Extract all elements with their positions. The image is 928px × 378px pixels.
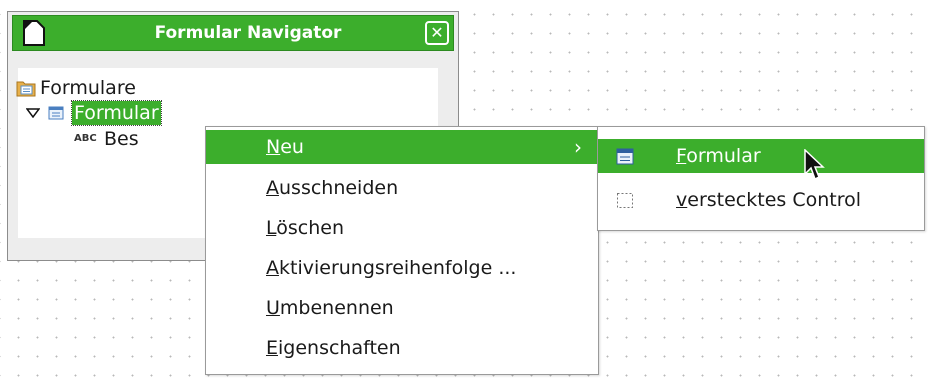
navigator-titlebar[interactable]: Formular Navigator ✕ — [12, 15, 454, 51]
menu-label-ausschneiden: usschneiden — [279, 177, 399, 199]
mnemonic-l: L — [266, 217, 277, 239]
submenu-item-hidden-control[interactable]: verstecktes Control — [598, 183, 924, 217]
menu-label-umbenennen: mbenennen — [279, 297, 394, 319]
mnemonic-v: v — [676, 189, 688, 211]
mnemonic-n: N — [266, 136, 281, 158]
mnemonic-u: U — [266, 297, 280, 319]
menu-item-loeschen[interactable]: Löschen — [206, 211, 598, 245]
submenu-arrow-icon: › — [574, 135, 582, 159]
context-menu: Neu › Ausschneiden Löschen Aktivierungsr… — [205, 126, 599, 375]
forms-folder-icon — [16, 81, 36, 97]
mnemonic-a: A — [266, 177, 279, 199]
menu-label-eigenschaften: igenschaften — [278, 337, 401, 359]
menu-item-neu[interactable]: Neu › — [206, 130, 598, 164]
mnemonic-e: E — [266, 337, 279, 359]
mnemonic-f: F — [676, 145, 687, 167]
tree-item-control[interactable]: ABC Bes — [74, 128, 139, 150]
tree-label-formulare: Formulare — [40, 77, 136, 99]
menu-item-aktivierungsreihenfolge[interactable]: Aktivierungsreihenfolge ... — [206, 251, 598, 285]
submenu-item-formular[interactable]: Formular — [598, 139, 924, 173]
menu-item-ausschneiden[interactable]: Ausschneiden — [206, 171, 598, 205]
tree-label-control: Bes — [104, 128, 139, 150]
document-icon — [23, 20, 45, 46]
tree-label-formular: Formular — [71, 100, 162, 126]
navigator-title: Formular Navigator — [154, 23, 342, 43]
submenu-label-formular: ormular — [686, 145, 761, 167]
close-button[interactable]: ✕ — [425, 21, 449, 45]
menu-label-neu: eu — [280, 136, 304, 158]
text-field-abc-icon: ABC — [74, 133, 97, 144]
mnemonic-a2: A — [266, 257, 279, 279]
menu-item-umbenennen[interactable]: Umbenennen — [206, 291, 598, 325]
hidden-control-icon — [617, 193, 633, 208]
menu-item-eigenschaften[interactable]: Eigenschaften — [206, 331, 598, 365]
submenu-label-hidden-control: erstecktes Control — [687, 189, 861, 211]
menu-label-loeschen: öschen — [276, 217, 345, 239]
form-icon — [48, 106, 64, 120]
tree-item-formulare[interactable]: Formulare — [16, 77, 136, 99]
new-submenu: Formular verstecktes Control — [597, 126, 925, 231]
menu-label-aktivierungsreihenfolge: ktivierungsreihenfolge ... — [279, 257, 517, 279]
mouse-cursor-icon — [804, 149, 825, 181]
tree-item-formular[interactable]: Formular — [26, 100, 226, 126]
form-icon — [616, 148, 634, 165]
expand-triangle-icon[interactable] — [26, 108, 40, 118]
